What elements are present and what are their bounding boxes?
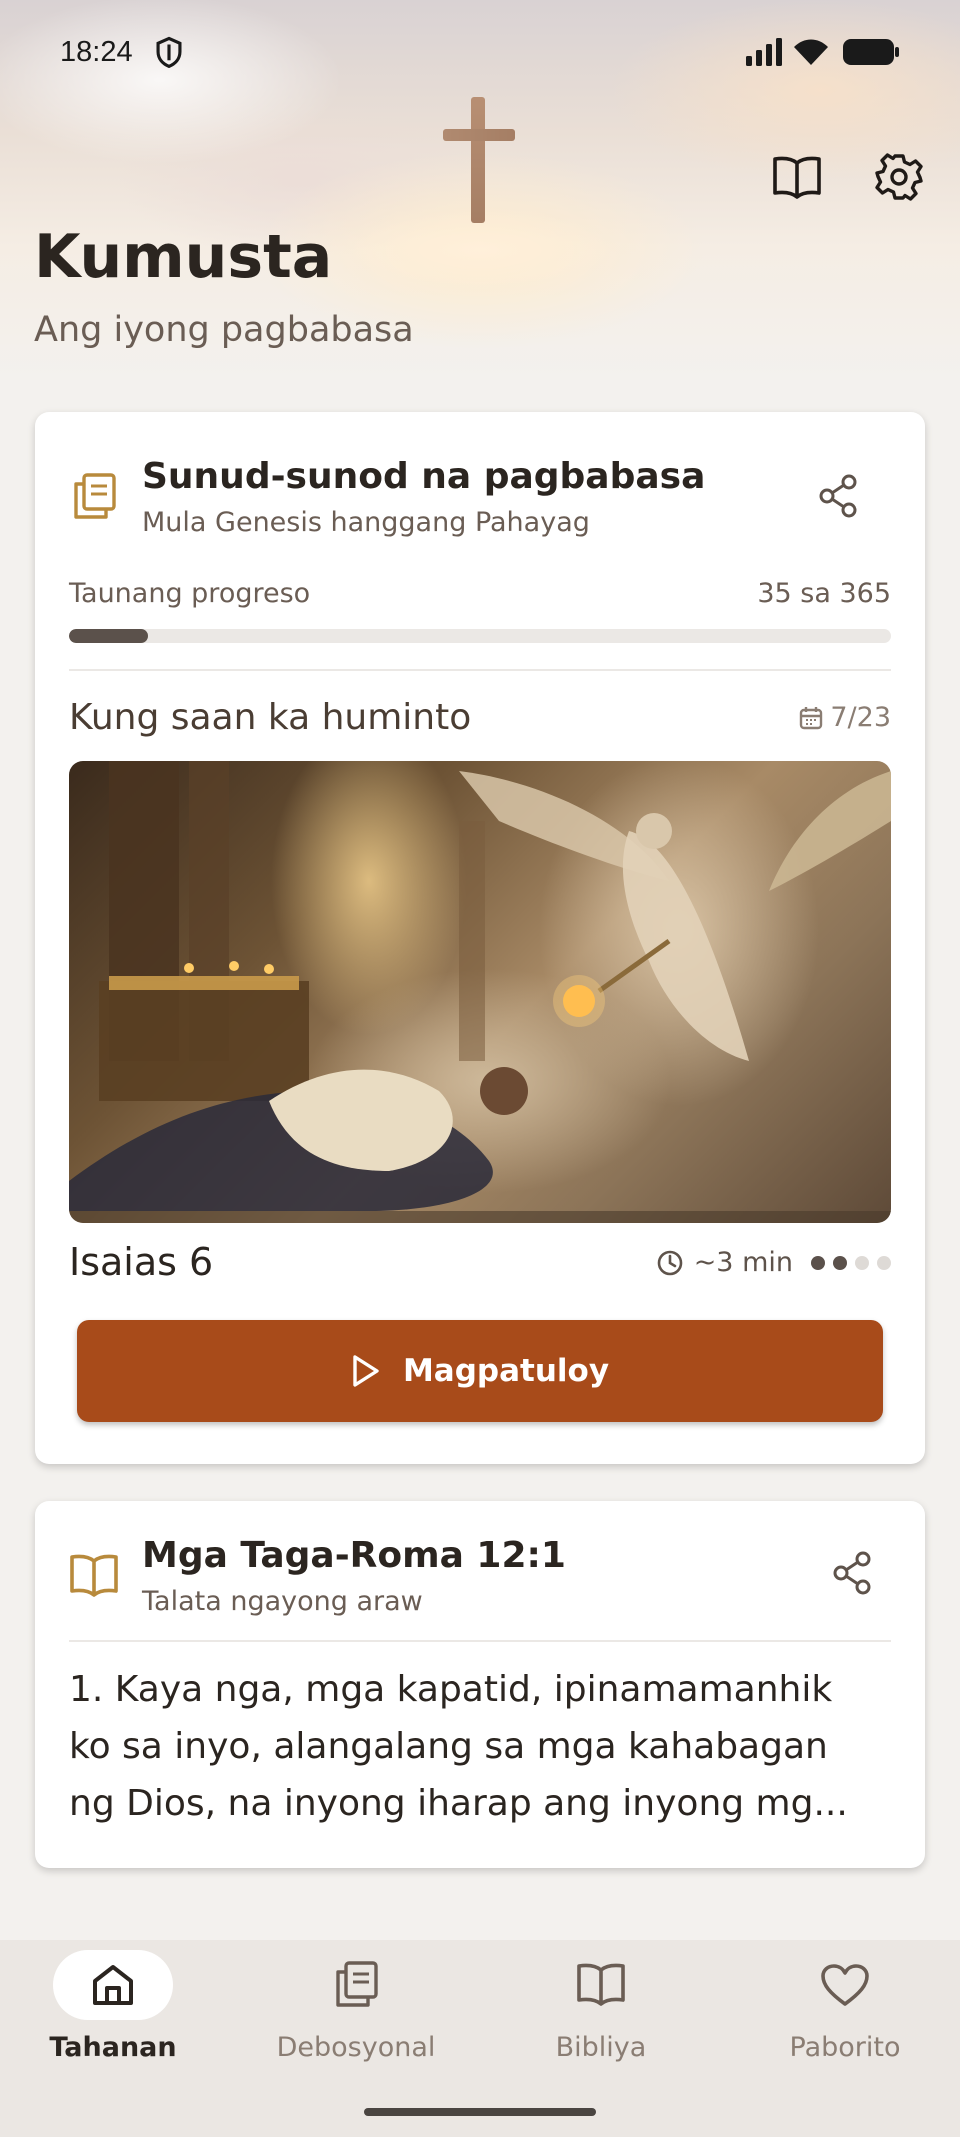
share-icon[interactable] [831, 1551, 873, 1595]
books-icon [336, 1961, 378, 2007]
nav-item-home[interactable]: Tahanan [0, 1940, 240, 2080]
progress-dot [855, 1255, 869, 1270]
plan-title: Sunud-sunod na pagbabasa [142, 456, 706, 497]
progress-dot [811, 1255, 825, 1270]
clock-icon [657, 1250, 682, 1275]
chapter-title: Isaias 6 [69, 1240, 214, 1284]
open-book-icon [773, 156, 821, 199]
progress-value: 35 sa 365 [757, 578, 891, 609]
shield-icon [156, 36, 182, 69]
nav-item-devotional[interactable]: Debosyonal [236, 1940, 476, 2080]
wifi-icon [794, 39, 828, 65]
resume-heading: Kung saan ka huminto [69, 697, 472, 738]
play-icon [353, 1355, 379, 1387]
divider [69, 669, 891, 671]
signal-icon [746, 38, 782, 66]
nav-item-favorites[interactable]: Paborito [725, 1940, 960, 2080]
battery-icon [843, 39, 899, 65]
verse-subtitle: Talata ngayong araw [142, 1586, 423, 1617]
settings-button[interactable] [872, 150, 926, 204]
progress-label: Taunang progreso [69, 578, 311, 609]
nav-pill [541, 1950, 661, 2020]
home-indicator [364, 2108, 596, 2116]
illustration-art [69, 761, 891, 1223]
chapter-illustration[interactable] [69, 761, 891, 1223]
plan-subtitle: Mula Genesis hanggang Pahayag [142, 507, 590, 538]
verse-line: ng Dios, na inyong iharap ang inyong mg.… [69, 1783, 848, 1824]
cross-image [471, 97, 485, 223]
progress-dot [833, 1255, 847, 1270]
duration-text: ~3 min [693, 1247, 793, 1278]
verse-title: Mga Taga-Roma 12:1 [142, 1535, 566, 1576]
nav-pill [785, 1950, 905, 2020]
continue-button[interactable]: Magpatuloy [77, 1320, 883, 1422]
gear-icon [875, 153, 923, 201]
nav-label-favorites: Paborito [789, 2032, 901, 2063]
home-icon [93, 1965, 133, 2005]
nav-pill [53, 1950, 173, 2020]
verse-line: ko sa inyo, alangalang sa mga kahabagan [69, 1726, 828, 1767]
status-bar: 18:24 [0, 28, 960, 78]
date-badge: 7/23 [798, 702, 891, 733]
date-text: 7/23 [830, 702, 891, 733]
calendar-icon [800, 706, 823, 729]
divider [69, 1640, 891, 1642]
chapter-meta: ~3 min [656, 1247, 891, 1278]
bible-button[interactable] [770, 150, 824, 204]
continue-label: Magpatuloy [402, 1353, 610, 1389]
progress-dot [877, 1255, 891, 1270]
reading-plan-card: Sunud-sunod na pagbabasa Mula Genesis ha… [35, 412, 925, 1464]
progress-dots [811, 1255, 891, 1270]
share-icon[interactable] [817, 474, 859, 518]
progress-fill [69, 629, 148, 643]
nav-label-devotional: Debosyonal [276, 2032, 436, 2063]
page-title: Kumusta [34, 222, 333, 292]
heart-icon [821, 1964, 869, 2006]
verse-card: Mga Taga-Roma 12:1 Talata ngayong araw 1… [35, 1501, 925, 1868]
progress-bar [69, 629, 891, 643]
open-book-icon [577, 1963, 625, 2006]
cross-bar [443, 129, 515, 141]
verse-line: 1. Kaya nga, mga kapatid, ipinamamanhik [69, 1669, 833, 1710]
books-icon [74, 473, 116, 519]
page-subtitle: Ang iyong pagbabasa [34, 310, 414, 350]
nav-label-home: Tahanan [49, 2032, 177, 2063]
nav-pill [296, 1950, 416, 2020]
status-time: 18:24 [60, 36, 133, 68]
verse-text[interactable]: 1. Kaya nga, mga kapatid, ipinamamanhik … [69, 1661, 899, 1832]
nav-item-bible[interactable]: Bibliya [481, 1940, 721, 2080]
open-book-icon [70, 1554, 118, 1597]
nav-label-bible: Bibliya [555, 2032, 647, 2063]
